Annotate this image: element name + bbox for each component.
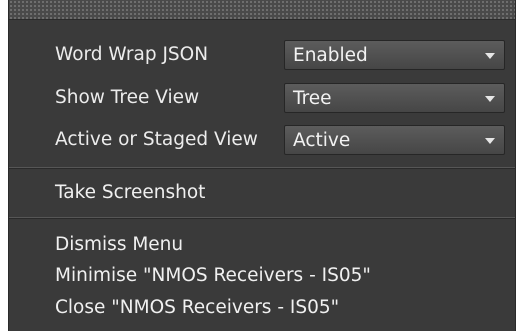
minimise-window-label: Minimise "NMOS Receivers - IS05" — [55, 265, 371, 286]
active-or-staged-view-value: Active — [293, 130, 351, 151]
minimise-window-item[interactable]: Minimise "NMOS Receivers - IS05" — [9, 260, 515, 290]
menu-divider — [9, 217, 515, 219]
word-wrap-json-label: Word Wrap JSON — [55, 44, 209, 65]
context-menu: Word Wrap JSON Enabled Show Tree View Tr… — [8, 0, 516, 331]
setting-show-tree-view: Show Tree View Tree — [9, 79, 515, 119]
setting-active-or-staged-view: Active or Staged View Active — [9, 121, 515, 161]
word-wrap-json-select[interactable]: Enabled — [284, 40, 505, 70]
dismiss-menu-item[interactable]: Dismiss Menu — [9, 229, 515, 259]
drag-handle[interactable] — [9, 0, 515, 20]
show-tree-view-value: Tree — [293, 88, 332, 109]
menu-divider — [9, 167, 515, 169]
take-screenshot-item[interactable]: Take Screenshot — [9, 177, 515, 207]
setting-word-wrap-json: Word Wrap JSON Enabled — [9, 36, 515, 76]
show-tree-view-select[interactable]: Tree — [284, 83, 505, 113]
show-tree-view-label: Show Tree View — [55, 87, 200, 108]
take-screenshot-label: Take Screenshot — [55, 182, 206, 203]
dismiss-menu-label: Dismiss Menu — [55, 234, 184, 255]
close-window-item[interactable]: Close "NMOS Receivers - IS05" — [9, 292, 515, 322]
chevron-down-icon — [485, 53, 495, 59]
close-window-label: Close "NMOS Receivers - IS05" — [55, 297, 340, 318]
chevron-down-icon — [485, 96, 495, 102]
active-or-staged-view-select[interactable]: Active — [284, 125, 505, 155]
chevron-down-icon — [485, 138, 495, 144]
active-or-staged-view-label: Active or Staged View — [55, 129, 258, 150]
word-wrap-json-value: Enabled — [293, 45, 368, 66]
